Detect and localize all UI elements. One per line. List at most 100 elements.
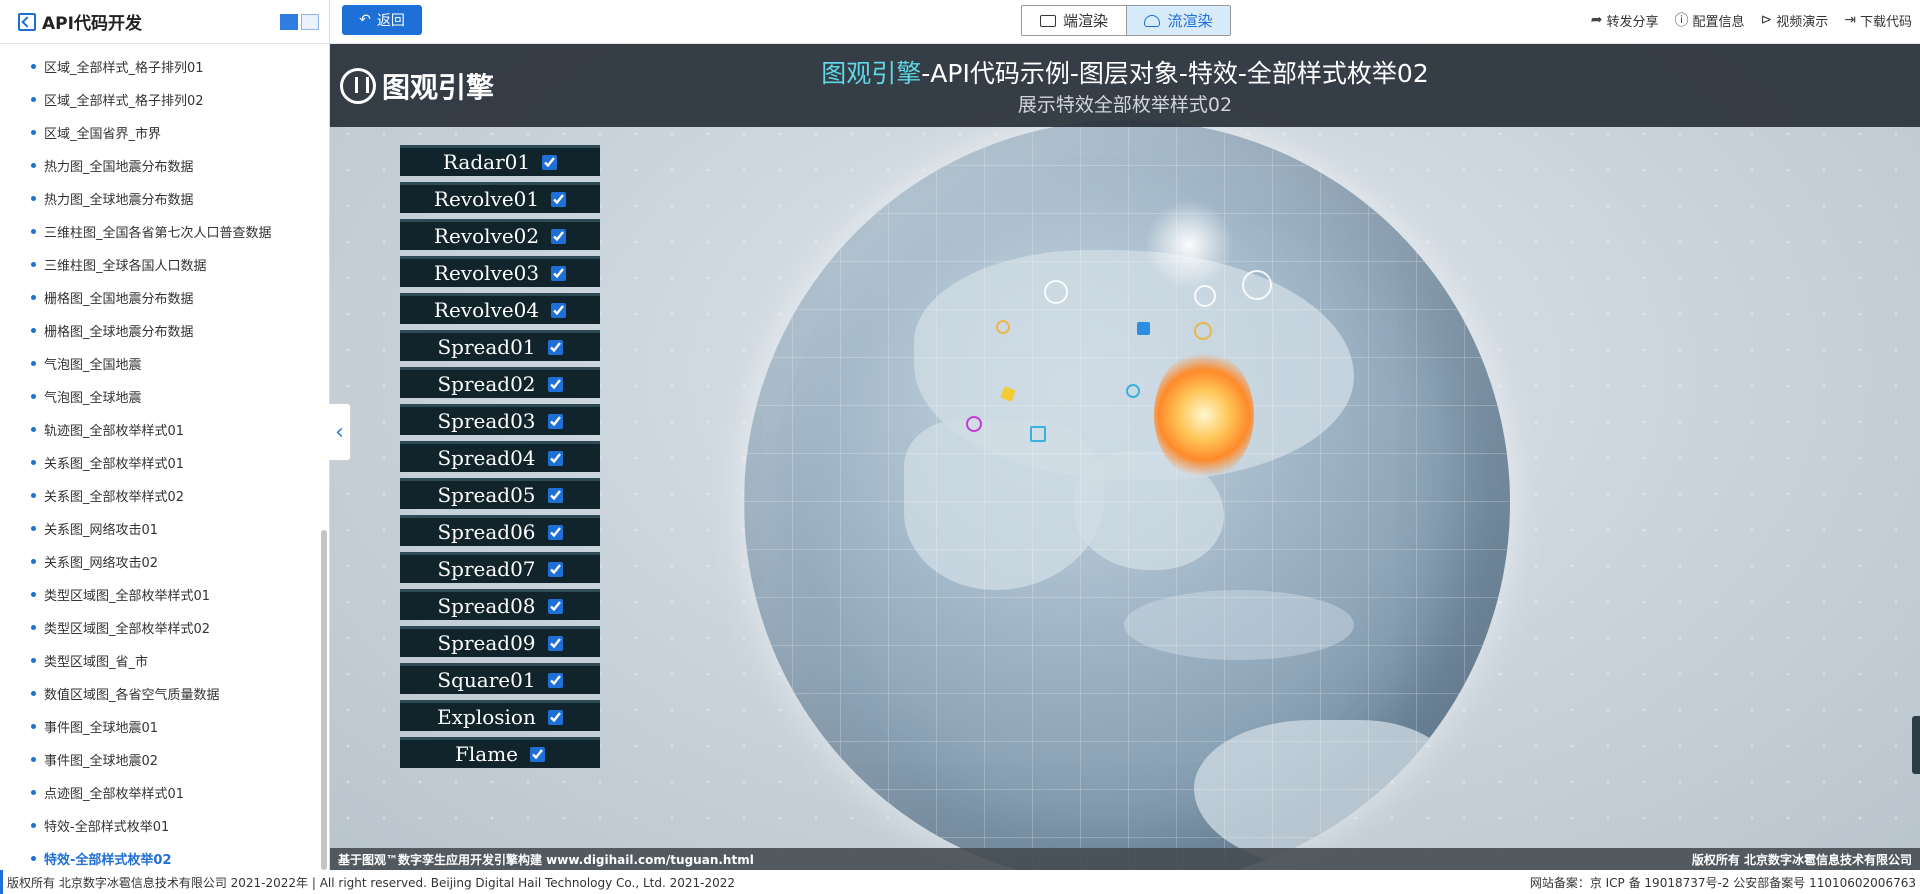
sidebar-item-label: 气泡图_全球地震 [44,391,142,406]
layer-toggle-row: Spread05 [400,478,600,509]
layer-checkbox[interactable] [547,450,563,466]
sidebar-title: API代码开发 [42,14,142,34]
side-drawer-handle[interactable] [1912,716,1920,774]
layer-checkbox[interactable] [547,413,563,429]
back-button[interactable]: ↶ 返回 [342,5,422,35]
layer-name: Spread09 [437,631,536,655]
layer-checkbox[interactable] [547,635,563,651]
bullet-icon [31,394,36,399]
layer-toggle-row: Spread09 [400,626,600,657]
scene-subtitle: 展示特效全部枚举样式02 [1017,94,1233,116]
layer-checkbox[interactable] [547,561,563,577]
sidebar-item[interactable]: 数值区域图_各省空气质量数据 [0,677,329,710]
sidebar-item-label: 轨迹图_全部枚举样式01 [44,424,185,439]
bullet-icon [31,64,36,69]
layer-checkbox[interactable] [547,709,563,725]
chevron-left-icon: ‹ [335,419,344,445]
sidebar-item-label: 三维柱图_全球各国人口数据 [44,259,207,274]
bullet-icon [31,625,36,630]
layer-name: Spread08 [437,594,536,618]
scene-footer-right: 版权所有 北京数字冰雹信息技术有限公司 [1691,852,1912,867]
sidebar-item[interactable]: 三维柱图_全国各省第七次人口普查数据 [0,215,329,248]
client-render-label: 端渲染 [1062,12,1108,30]
layer-checkbox[interactable] [551,265,567,281]
layer-name: Revolve04 [433,298,540,322]
layer-checkbox[interactable] [551,228,567,244]
sidebar-item[interactable]: 点迹图_全部枚举样式01 [0,776,329,809]
sidebar-item[interactable]: 轨迹图_全部枚举样式01 [0,413,329,446]
sidebar-item[interactable]: 事件图_全球地震01 [0,710,329,743]
sidebar-scrollbar[interactable] [321,530,327,870]
render-mode-toggle: 端渲染 流渲染 [1021,5,1231,36]
bullet-icon [31,526,36,531]
scene-footer: 基于图观™数字孪生应用开发引擎构建 www.digihail.com/tugua… [330,848,1920,870]
spread-effect [966,416,982,432]
stream-render-button[interactable]: 流渲染 [1126,6,1230,35]
back-arrow-icon: ↶ [359,12,371,28]
scene-footer-left: 基于图观™数字孪生应用开发引擎构建 www.digihail.com/tugua… [338,852,754,867]
topbar: ↶ 返回 端渲染 流渲染 ➦ 转发分享 ⓘ 配置信息 ⊳ 视频演示 ⇥ 下载代码 [330,0,1920,44]
card-view-icon[interactable] [301,13,319,30]
list-view-icon[interactable] [280,13,298,30]
layer-checkbox[interactable] [530,746,545,762]
title-accent: 图观引擎 [821,59,922,88]
sidebar-item[interactable]: 气泡图_全球地震 [0,380,329,413]
layer-checkbox[interactable] [547,672,563,688]
bullet-icon [31,757,36,762]
layer-checkbox[interactable] [547,376,563,392]
sidebar-item[interactable]: 关系图_全部枚举样式01 [0,446,329,479]
view-toggle [280,13,319,30]
sidebar-item[interactable]: 气泡图_全国地震 [0,347,329,380]
bullet-icon [31,163,36,168]
bullet-icon [31,823,36,828]
layer-checkbox[interactable] [547,487,563,503]
client-render-button[interactable]: 端渲染 [1022,6,1126,35]
sidebar-item[interactable]: 类型区域图_全部枚举样式02 [0,611,329,644]
share-icon: ➦ [1590,12,1603,28]
layer-checkbox[interactable] [547,598,563,614]
sidebar-item[interactable]: 热力图_全国地震分布数据 [0,149,329,182]
sidebar-item[interactable]: 关系图_网络攻击01 [0,512,329,545]
sidebar-item-label: 类型区域图_全部枚举样式02 [44,622,211,637]
sidebar-item-label: 数值区域图_各省空气质量数据 [44,688,220,703]
layer-toggle-row: Spread01 [400,330,600,361]
sidebar-item[interactable]: 热力图_全球地震分布数据 [0,182,329,215]
scene-viewport[interactable]: 图观引擎 图观引擎-API代码示例-图层对象-特效-全部样式枚举02 展示特效全… [330,44,1920,870]
sidebar-item-label: 特效-全部样式枚举02 [44,853,172,868]
config-link[interactable]: ⓘ 配置信息 [1674,10,1744,30]
sidebar-item[interactable]: 关系图_全部枚举样式02 [0,479,329,512]
sidebar-item[interactable]: 栅格图_全球地震分布数据 [0,314,329,347]
sidebar-item[interactable]: 特效-全部样式枚举01 [0,809,329,842]
code-icon [18,12,36,31]
sidebar-item[interactable]: 三维柱图_全球各国人口数据 [0,248,329,281]
globe[interactable] [744,120,1510,870]
bullet-icon [31,658,36,663]
layer-name: Flame [455,742,518,766]
layer-name: Square01 [437,668,536,692]
layer-checkbox[interactable] [551,302,567,318]
sidebar-item[interactable]: 类型区域图_省_市 [0,644,329,677]
layer-checkbox[interactable] [547,524,563,540]
sidebar-item[interactable]: 区域_全国省界_市界 [0,116,329,149]
layer-name: Spread07 [437,557,536,581]
sidebar-item[interactable]: 关系图_网络攻击02 [0,545,329,578]
video-link[interactable]: ⊳ 视频演示 [1761,11,1829,30]
share-link[interactable]: ➦ 转发分享 [1591,11,1659,30]
layer-checkbox[interactable] [542,154,558,170]
download-link[interactable]: ⇥ 下载代码 [1844,11,1912,30]
sidebar-item[interactable]: 事件图_全球地震02 [0,743,329,776]
sidebar-item[interactable]: 区域_全部样式_格子排列02 [0,83,329,116]
collapse-sidebar-button[interactable]: ‹ [329,403,351,461]
sidebar-item-label: 特效-全部样式枚举01 [44,820,170,835]
layer-checkbox[interactable] [551,191,567,207]
layer-toggle-row: Revolve03 [400,256,600,287]
sidebar-item[interactable]: 类型区域图_全部枚举样式01 [0,578,329,611]
back-button-label: 返回 [376,13,405,29]
spread-effect [1126,384,1140,398]
bullet-icon [31,724,36,729]
play-icon: ⊳ [1760,12,1773,28]
layer-checkbox[interactable] [547,339,563,355]
sidebar-item[interactable]: 栅格图_全国地震分布数据 [0,281,329,314]
layer-name: Explosion [437,705,536,729]
sidebar-item[interactable]: 区域_全部样式_格子排列01 [0,50,329,83]
